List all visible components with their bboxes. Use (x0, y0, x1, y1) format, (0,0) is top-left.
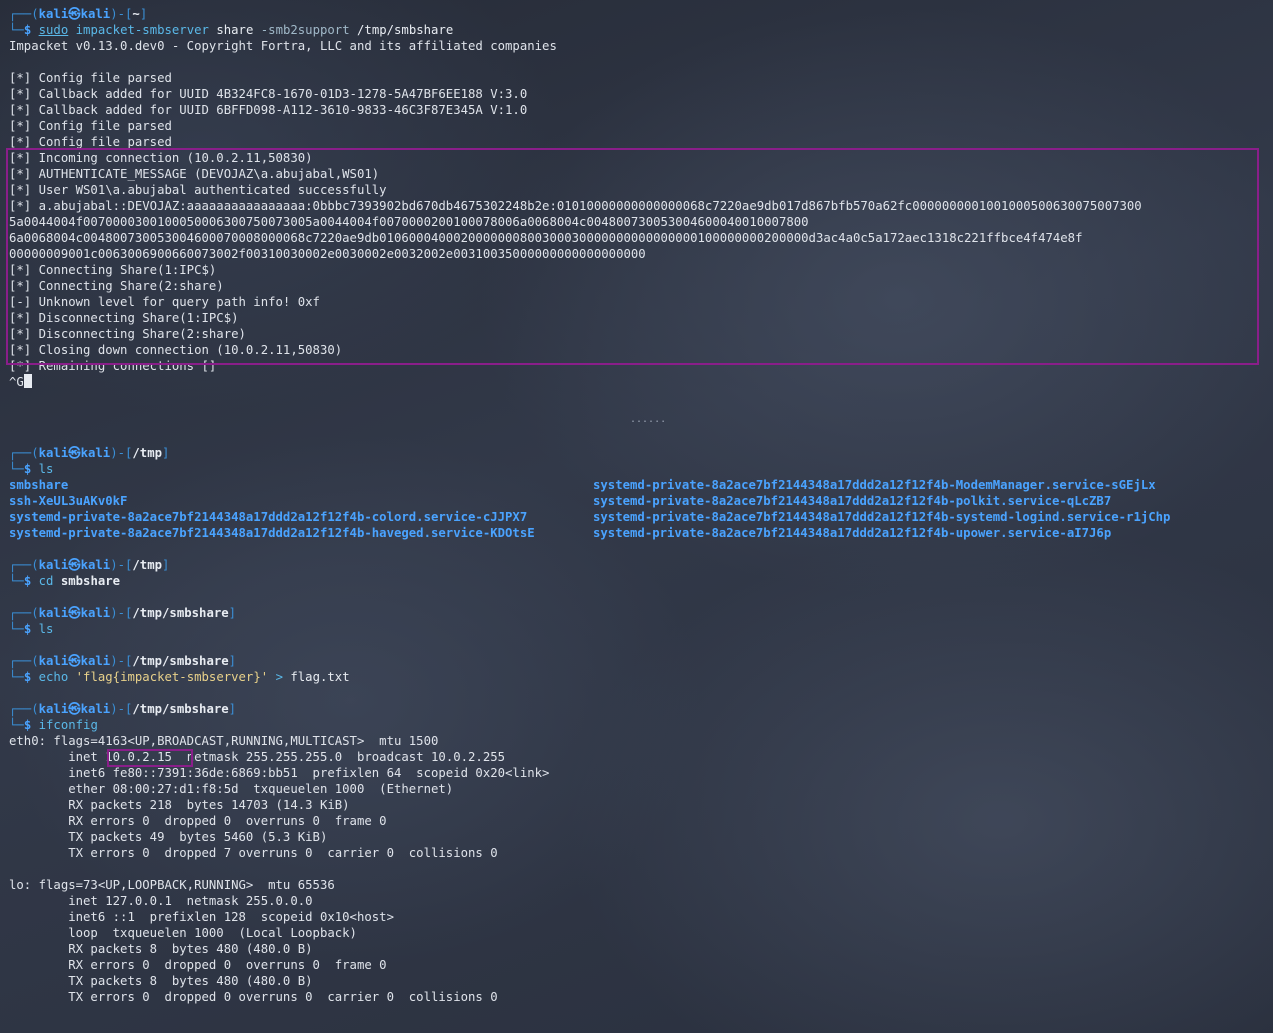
list-item: systemd-private-8a2ace7bf2144348a17ddd2a… (593, 478, 1156, 492)
prompt-line: ┌──(kali㉿kali)-[/tmp] (9, 558, 170, 572)
command-line: └─$ cd smbshare (9, 574, 121, 588)
command-line: └─$ sudo impacket-smbserver share -smb2s… (9, 23, 454, 37)
list-item: systemd-private-8a2ace7bf2144348a17ddd2a… (593, 526, 1112, 540)
output-line: inet 10.0.2.15 netmask 255.255.255.0 bro… (9, 750, 506, 764)
output-line: inet6 ::1 prefixlen 128 scopeid 0x10<hos… (9, 910, 394, 924)
command-line: └─$ ifconfig (9, 718, 98, 732)
output-line: TX errors 0 dropped 7 overruns 0 carrier… (9, 846, 498, 860)
output-line: loop txqueuelen 1000 (Local Loopback) (9, 926, 357, 940)
prompt-line: ┌──(kali㉿kali)-[/tmp/smbshare] (9, 606, 237, 620)
output-line: [*] Config file parsed (9, 71, 172, 85)
terminal-cursor (23, 374, 32, 388)
output-line: [*] Callback added for UUID 6BFFD098-A11… (9, 103, 528, 117)
output-line: [*] Config file parsed (9, 119, 172, 133)
terminal-window[interactable]: ┌──(kali㉿kali)-[~] └─$ sudo impacket-smb… (0, 0, 1273, 1033)
highlight-box-connection (6, 148, 1259, 365)
output-line: TX packets 8 bytes 480 (480.0 B) (9, 974, 313, 988)
output-line: lo: flags=73<UP,LOOPBACK,RUNNING> mtu 65… (9, 878, 335, 892)
output-line: TX errors 0 dropped 0 overruns 0 carrier… (9, 990, 498, 1004)
output-line: inet6 fe80::7391:36de:6869:bb51 prefixle… (9, 766, 550, 780)
output-line: RX packets 218 bytes 14703 (14.3 KiB) (9, 798, 350, 812)
prompt-line: ┌──(kali㉿kali)-[/tmp/smbshare] (9, 654, 237, 668)
prompt-line: ┌──(kali㉿kali)-[/tmp] (9, 446, 170, 460)
interrupt-line: ^G (9, 374, 32, 390)
highlight-box-ip (107, 749, 193, 767)
prompt-line: ┌──(kali㉿kali)-[~] (9, 7, 148, 21)
list-item: smbshare (9, 478, 69, 492)
list-item: systemd-private-8a2ace7bf2144348a17ddd2a… (9, 526, 535, 540)
list-item: systemd-private-8a2ace7bf2144348a17ddd2a… (9, 510, 528, 524)
separator: ...... (630, 414, 667, 425)
list-item: systemd-private-8a2ace7bf2144348a17ddd2a… (593, 510, 1171, 524)
output-line: ether 08:00:27:d1:f8:5d txqueuelen 1000 … (9, 782, 454, 796)
command-line: └─$ ls (9, 622, 54, 636)
output-line: TX packets 49 bytes 5460 (5.3 KiB) (9, 830, 328, 844)
command-line: └─$ echo 'flag{impacket-smbserver}' > fl… (9, 670, 350, 684)
prompt-line: ┌──(kali㉿kali)-[/tmp/smbshare] (9, 702, 237, 716)
output-line: [*] Callback added for UUID 4B324FC8-167… (9, 87, 528, 101)
output-line: eth0: flags=4163<UP,BROADCAST,RUNNING,MU… (9, 734, 439, 748)
output-line: RX errors 0 dropped 0 overruns 0 frame 0 (9, 814, 387, 828)
list-item: ssh-XeUL3uAKv0kF (9, 494, 128, 508)
output-line: RX packets 8 bytes 480 (480.0 B) (9, 942, 313, 956)
output-line: inet 127.0.0.1 netmask 255.0.0.0 (9, 894, 313, 908)
list-item: systemd-private-8a2ace7bf2144348a17ddd2a… (593, 494, 1112, 508)
output-line: RX errors 0 dropped 0 overruns 0 frame 0 (9, 958, 387, 972)
command-line: └─$ ls (9, 462, 54, 476)
output-line: Impacket v0.13.0.dev0 - Copyright Fortra… (9, 39, 557, 53)
